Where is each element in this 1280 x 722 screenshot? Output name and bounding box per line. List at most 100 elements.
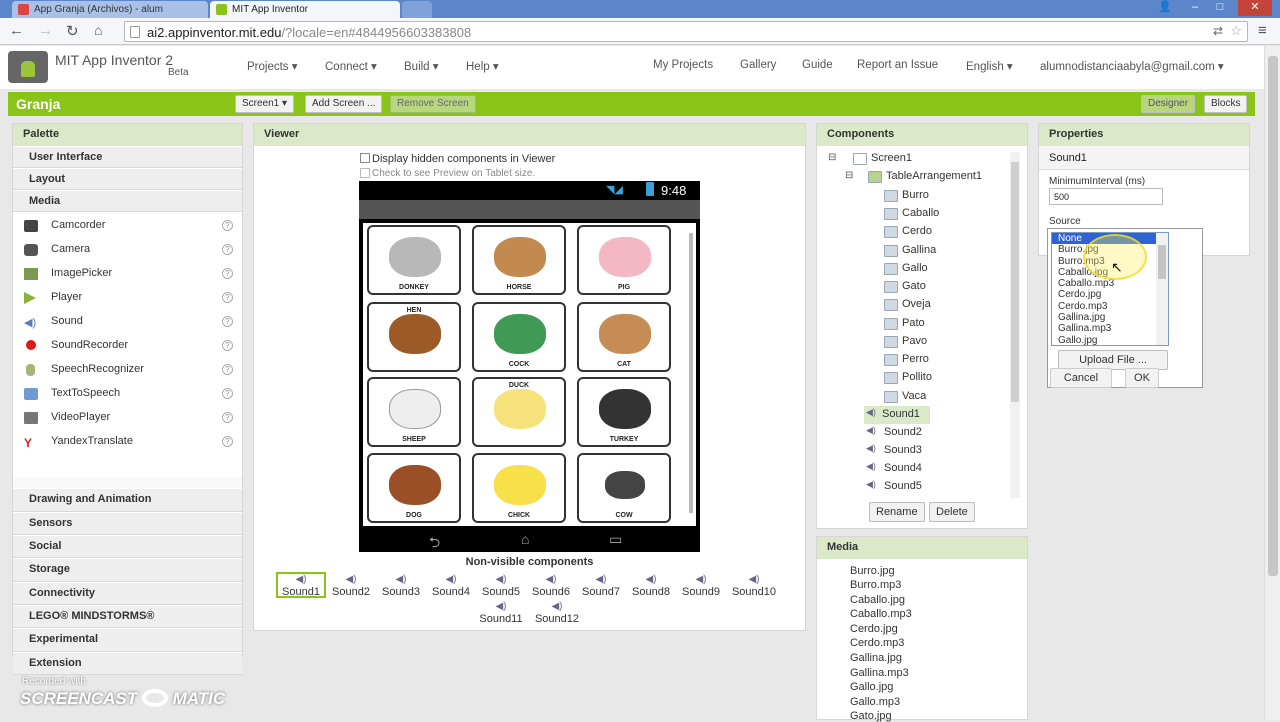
maximize-button[interactable]: □	[1208, 0, 1232, 16]
language-menu[interactable]: English ▾	[966, 59, 1013, 73]
minimize-button[interactable]: –	[1183, 0, 1207, 16]
nonvisible-sound11[interactable]: ◀) Sound11	[476, 601, 526, 625]
tree-gato[interactable]: Gato	[884, 280, 926, 298]
tree-tablearrangement1[interactable]: TableArrangement1	[868, 170, 982, 188]
page-scrollbar-thumb[interactable]	[1268, 56, 1278, 576]
rename-button[interactable]: Rename	[869, 502, 925, 522]
image-turkey[interactable]: TURKEY	[577, 377, 671, 447]
url-bar[interactable]: ai2.appinventor.mit.edu/?locale=en#48449…	[124, 21, 1248, 42]
help-icon[interactable]: ?	[222, 268, 233, 279]
source-scrollbar-thumb[interactable]	[1158, 245, 1166, 279]
browser-tab-appinventor[interactable]: MIT App Inventor	[210, 1, 400, 18]
palette-cat-drawing[interactable]: Drawing and Animation	[13, 488, 242, 512]
tree-sound1[interactable]: ◀) Sound1	[864, 406, 930, 424]
media-file[interactable]: Caballo.jpg	[850, 594, 905, 606]
help-icon[interactable]: ?	[222, 388, 233, 399]
tree-pollito[interactable]: Pollito	[884, 371, 932, 389]
tree-perro[interactable]: Perro	[884, 353, 929, 371]
palette-item-player[interactable]: Player?	[13, 286, 242, 310]
palette-item-camera[interactable]: Camera?	[13, 238, 242, 262]
tree-gallina[interactable]: Gallina	[884, 244, 936, 262]
account-menu[interactable]: alumnodistanciaabyla@gmail.com ▾	[1040, 59, 1224, 73]
tree-sound2[interactable]: ◀) Sound2	[866, 425, 922, 444]
min-interval-input[interactable]: 500	[1049, 188, 1163, 205]
palette-cat-layout[interactable]: Layout	[13, 168, 242, 190]
palette-item-camcorder[interactable]: Camcorder?	[13, 214, 242, 238]
tree-sound5[interactable]: ◀) Sound5	[866, 479, 922, 498]
display-hidden-checkbox[interactable]	[360, 153, 370, 163]
media-file[interactable]: Gallo.mp3	[850, 696, 900, 708]
screen-select[interactable]: Screen1 ▾	[235, 95, 295, 113]
palette-cat-social[interactable]: Social	[13, 535, 242, 558]
palette-item-speechrecognizer[interactable]: SpeechRecognizer?	[13, 358, 242, 382]
media-file[interactable]: Burro.jpg	[850, 565, 895, 577]
tree-sound4[interactable]: ◀) Sound4	[866, 461, 922, 480]
help-icon[interactable]: ?	[222, 412, 233, 423]
source-option[interactable]: Gallina.jpg	[1052, 312, 1168, 323]
forward-arrow-icon[interactable]: →	[38, 22, 53, 39]
media-file[interactable]: Gallina.mp3	[850, 667, 909, 679]
component-scrollbar-thumb[interactable]	[1011, 162, 1019, 402]
translate-icon[interactable]: ⇄	[1213, 24, 1223, 38]
source-scrollbar[interactable]	[1156, 233, 1168, 345]
nonvisible-sound2[interactable]: ◀) Sound2	[326, 574, 376, 598]
source-option[interactable]: Caballo.mp3	[1052, 278, 1168, 289]
tree-pavo[interactable]: Pavo	[884, 335, 927, 353]
image-cat[interactable]: CAT	[577, 302, 671, 372]
palette-item-videoplayer[interactable]: VideoPlayer?	[13, 406, 242, 430]
tree-sound3[interactable]: ◀) Sound3	[866, 443, 922, 462]
help-icon[interactable]: ?	[222, 244, 233, 255]
palette-item-soundrecorder[interactable]: SoundRecorder?	[13, 334, 242, 358]
nonvisible-sound10[interactable]: ◀) Sound10	[726, 574, 782, 598]
media-file[interactable]: Cerdo.mp3	[850, 637, 904, 649]
home-icon[interactable]: ⌂	[94, 22, 102, 38]
browser-tab-drive[interactable]: App Granja (Archivos) - alum	[12, 1, 208, 18]
image-duck[interactable]: DUCK	[472, 377, 566, 447]
tree-cerdo[interactable]: Cerdo	[884, 225, 932, 243]
image-donkey[interactable]: DONKEY	[367, 225, 461, 295]
media-file[interactable]: Gato.jpg	[850, 710, 892, 722]
tree-burro[interactable]: Burro	[884, 189, 929, 207]
menu-connect[interactable]: Connect ▾	[325, 59, 377, 73]
link-gallery[interactable]: Gallery	[740, 59, 776, 71]
palette-item-sound[interactable]: ◀) Sound?	[13, 310, 242, 334]
upload-file-button[interactable]: Upload File ...	[1058, 350, 1168, 370]
nonvisible-sound9[interactable]: ◀) Sound9	[676, 574, 726, 598]
blocks-button[interactable]: Blocks	[1204, 95, 1248, 113]
help-icon[interactable]: ?	[222, 436, 233, 447]
tablet-preview-checkbox[interactable]	[360, 168, 370, 178]
close-button[interactable]: ✕	[1238, 0, 1272, 16]
help-icon[interactable]: ?	[222, 292, 233, 303]
media-file[interactable]: Cerdo.jpg	[850, 623, 898, 635]
tree-pato[interactable]: Pato	[884, 317, 925, 335]
phone-scrollbar-thumb[interactable]	[689, 233, 693, 513]
help-icon[interactable]: ?	[222, 364, 233, 375]
palette-cat-user-interface[interactable]: User Interface	[13, 146, 242, 168]
link-my-projects[interactable]: My Projects	[653, 59, 713, 71]
help-icon[interactable]: ?	[222, 220, 233, 231]
source-option[interactable]: Cerdo.mp3	[1052, 301, 1168, 312]
add-screen-button[interactable]: Add Screen ...	[305, 95, 383, 113]
link-report-issue[interactable]: Report an Issue	[857, 59, 938, 71]
palette-cat-connectivity[interactable]: Connectivity	[13, 582, 242, 605]
component-scrollbar[interactable]	[1010, 152, 1020, 498]
page-scrollbar[interactable]	[1264, 46, 1280, 720]
tree-oveja[interactable]: Oveja	[884, 298, 931, 316]
cancel-button[interactable]: Cancel	[1050, 368, 1112, 388]
reload-icon[interactable]: ↻	[66, 22, 79, 40]
image-cock[interactable]: COCK	[472, 302, 566, 372]
remove-screen-button[interactable]: Remove Screen	[390, 95, 476, 113]
menu-build[interactable]: Build ▾	[404, 59, 439, 73]
new-tab-button[interactable]	[402, 1, 432, 18]
profile-icon[interactable]: 👤	[1153, 0, 1177, 16]
palette-item-yandextranslate[interactable]: Y YandexTranslate?	[13, 430, 242, 454]
tree-screen1[interactable]: Screen1	[853, 152, 912, 170]
chrome-menu-icon[interactable]: ≡	[1258, 22, 1267, 39]
nonvisible-sound8[interactable]: ◀) Sound8	[626, 574, 676, 598]
nonvisible-sound12[interactable]: ◀) Sound12	[532, 601, 582, 625]
nonvisible-sound1[interactable]: ◀) Sound1	[276, 574, 326, 598]
palette-cat-experimental[interactable]: Experimental	[13, 628, 242, 652]
media-file[interactable]: Gallo.jpg	[850, 681, 893, 693]
palette-item-texttospeech[interactable]: TextToSpeech?	[13, 382, 242, 406]
media-file[interactable]: Burro.mp3	[850, 579, 901, 591]
